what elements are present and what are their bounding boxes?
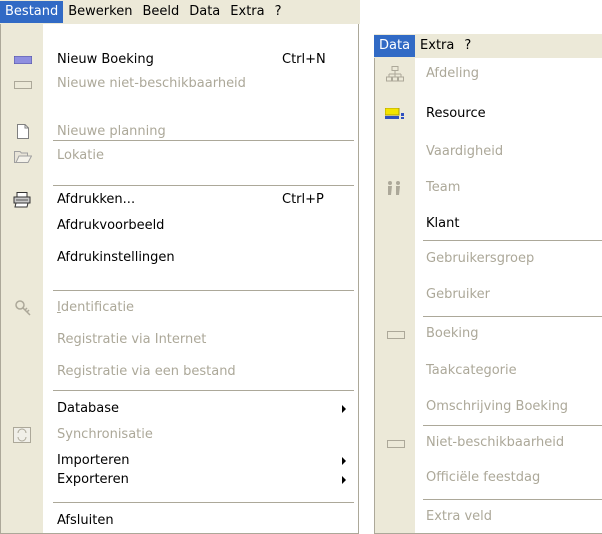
submenu-arrow-icon	[342, 405, 346, 413]
menu-item-label: Omschrijving Boeking	[426, 399, 569, 414]
menu-item-label: Gebruiker	[426, 287, 490, 302]
menu-item-label: Team	[426, 180, 461, 195]
menu-separator	[53, 390, 354, 391]
menu-separator	[53, 290, 354, 291]
menu-item-resource[interactable]: Resource	[375, 102, 602, 126]
menu-item-niet-beschikbaarheid[interactable]: Niet-beschikbaarheid	[375, 431, 602, 455]
key-icon	[15, 300, 31, 316]
printer-icon	[13, 192, 31, 208]
menu-item-database[interactable]: Database	[1, 397, 358, 421]
menu-item-label: Extra veld	[426, 509, 493, 524]
menubar-extra[interactable]: Extra	[415, 35, 459, 57]
menu-item-label: Officiële feestdag	[426, 470, 541, 485]
menu-separator	[423, 499, 602, 500]
menu-item-afdrukken[interactable]: Afdrukken... Ctrl+P	[1, 188, 358, 212]
menubar-data[interactable]: Data	[184, 1, 225, 23]
menu-item-label: Taakcategorie	[426, 363, 517, 378]
menu-item-label: Vaardigheid	[426, 144, 504, 159]
menu-item-boeking[interactable]: Boeking	[375, 322, 602, 346]
menu-item-synchronisatie[interactable]: Synchronisatie	[1, 423, 358, 447]
menu-item-label: Niet-beschikbaarheid	[426, 435, 565, 450]
menu-item-team[interactable]: Team	[375, 176, 602, 200]
menu-separator	[423, 425, 602, 426]
menu-item-label: Afdrukvoorbeeld	[57, 218, 165, 233]
menu-item-label: Gebruikersgroep	[426, 251, 535, 266]
menu-item-label: Resource	[426, 106, 486, 121]
menu-item-klant[interactable]: Klant	[375, 212, 602, 236]
open-folder-icon	[14, 151, 32, 163]
menu-item-label: Identificatie	[57, 300, 135, 315]
new-document-icon	[17, 124, 29, 139]
menu-item-afdrukvoorbeeld[interactable]: Afdrukvoorbeeld	[1, 214, 358, 238]
unavailability-icon	[387, 440, 405, 448]
submenu-arrow-icon	[342, 457, 346, 465]
menu-item-omschrijving-boeking[interactable]: Omschrijving Boeking	[375, 395, 602, 419]
menubar-beeld[interactable]: Beeld	[137, 1, 184, 23]
menubar-extra[interactable]: Extra	[225, 1, 269, 23]
menu-item-lokatie[interactable]: Lokatie	[1, 144, 358, 168]
data-menu: Afdeling Resource Vaardigheid Team Klant…	[374, 58, 602, 534]
menu-separator	[53, 185, 354, 186]
menubar-data[interactable]: Data	[374, 35, 416, 57]
menu-separator	[423, 316, 602, 317]
menu-item-shortcut: Ctrl+P	[282, 192, 324, 207]
menu-item-label: Boeking	[426, 326, 479, 341]
menu-separator	[423, 240, 602, 241]
menu-item-label: Afdrukinstellingen	[57, 250, 175, 265]
right-menu-bar: Data Extra ?	[374, 34, 602, 58]
menu-item-extra-veld[interactable]: Extra veld	[375, 505, 602, 529]
menu-item-label: Nieuwe niet-beschikbaarheid	[57, 76, 246, 91]
resource-icon	[385, 108, 404, 119]
menu-item-label: Registratie via een bestand	[57, 364, 236, 379]
menu-item-label: Nieuwe planning	[57, 124, 166, 139]
menu-item-vaardigheid[interactable]: Vaardigheid	[375, 140, 602, 164]
menu-item-gebruikersgroep[interactable]: Gebruikersgroep	[375, 247, 602, 271]
menubar-bestand[interactable]: Bestand	[0, 1, 64, 23]
menu-item-gebruiker[interactable]: Gebruiker	[375, 283, 602, 307]
menu-item-nieuw-boeking[interactable]: Nieuw Boeking Ctrl+N	[1, 48, 358, 72]
menu-item-label: Afdeling	[426, 66, 479, 81]
booking-icon	[387, 331, 405, 339]
organization-tree-icon	[386, 66, 404, 82]
menu-item-afsluiten[interactable]: Afsluiten	[1, 509, 358, 533]
menu-item-afdeling[interactable]: Afdeling	[375, 62, 602, 86]
menubar-bewerken[interactable]: Bewerken	[63, 1, 137, 23]
menu-item-registratie-internet[interactable]: Registratie via Internet	[1, 328, 358, 352]
bestand-menu: Nieuw Boeking Ctrl+N Nieuwe niet-beschik…	[0, 24, 359, 534]
menu-item-label: Synchronisatie	[57, 427, 153, 442]
menu-separator	[53, 502, 354, 503]
menu-item-identificatie[interactable]: Identificatie	[1, 296, 358, 320]
menu-item-label: Nieuw Boeking	[57, 52, 154, 67]
menu-item-exporteren[interactable]: Exporteren	[1, 468, 358, 492]
sync-icon	[13, 427, 31, 443]
menu-item-label: Registratie via Internet	[57, 332, 207, 347]
left-menu-bar: Bestand Bewerken Beeld Data Extra ?	[0, 0, 360, 24]
menu-item-shortcut: Ctrl+N	[282, 52, 326, 67]
menu-item-taakcategorie[interactable]: Taakcategorie	[375, 359, 602, 383]
menu-item-nieuwe-niet-beschikbaarheid[interactable]: Nieuwe niet-beschikbaarheid	[1, 72, 358, 96]
new-booking-icon	[14, 56, 32, 64]
submenu-arrow-icon	[342, 476, 346, 484]
menu-item-label: Afdrukken...	[57, 192, 136, 207]
menu-item-registratie-bestand[interactable]: Registratie via een bestand	[1, 360, 358, 384]
menu-item-nieuwe-planning[interactable]: Nieuwe planning	[1, 120, 358, 144]
menu-item-label: Lokatie	[57, 148, 104, 163]
menubar-help[interactable]: ?	[270, 1, 287, 23]
team-icon	[388, 181, 400, 195]
menubar-help[interactable]: ?	[459, 35, 476, 57]
menu-item-label: Database	[57, 401, 120, 416]
menu-item-afdrukinstellingen[interactable]: Afdrukinstellingen	[1, 246, 358, 270]
menu-item-officiele-feestdag[interactable]: Officiële feestdag	[375, 466, 602, 490]
menu-item-label: Klant	[426, 216, 460, 231]
menu-item-label: Exporteren	[57, 472, 129, 487]
unavailability-icon	[14, 81, 32, 89]
menu-item-label: Afsluiten	[57, 513, 114, 528]
